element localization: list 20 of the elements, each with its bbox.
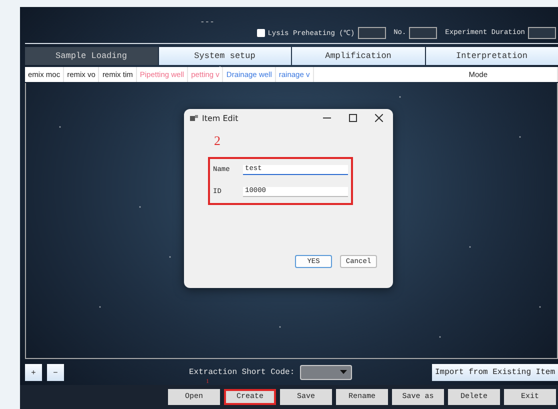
close-icon[interactable] [375,114,383,122]
caret-icon [340,370,347,374]
add-button[interactable]: + [25,364,42,380]
input-field[interactable] [528,27,556,39]
app-title: --- [200,18,214,27]
tab[interactable]: Interpretation [426,47,558,65]
tab[interactable]: System setup [158,47,291,65]
app-icon [190,114,198,122]
dropdown[interactable] [300,364,352,380]
field-label: Extraction Short Code: [189,368,295,376]
tab[interactable]: Amplification [292,47,424,65]
dialog-title: Item Edit [202,114,240,122]
tab[interactable]: Sample Loading [25,47,158,65]
input-field[interactable] [409,27,438,39]
import-button[interactable]: Import from Existing Item [432,364,558,380]
checkbox[interactable] [256,29,265,37]
step-annotation: 2 [214,133,220,149]
maximize-icon[interactable] [349,114,357,122]
input-field[interactable] [358,27,386,39]
remove-button[interactable]: − [47,364,64,380]
